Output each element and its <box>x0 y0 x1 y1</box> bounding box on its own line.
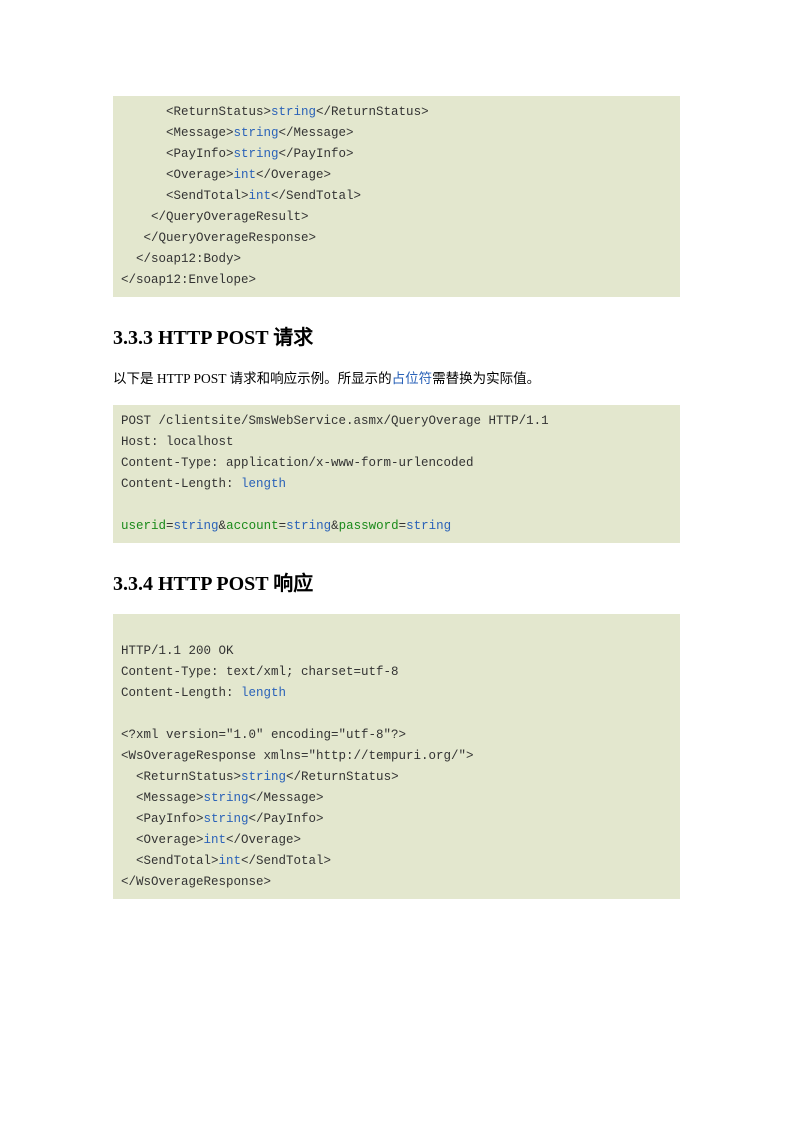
http-post-request-code: POST /clientsite/SmsWebService.asmx/Quer… <box>113 405 680 543</box>
heading-334: 3.3.4 HTTP POST 响应 <box>113 567 680 596</box>
http-post-response-code: HTTP/1.1 200 OK Content-Type: text/xml; … <box>113 614 680 899</box>
desc-333-pre: 以下是 HTTP POST 请求和响应示例。所显示的 <box>113 371 392 386</box>
desc-333: 以下是 HTTP POST 请求和响应示例。所显示的占位符需替换为实际值。 <box>113 368 680 391</box>
placeholder-link[interactable]: 占位符 <box>392 371 433 386</box>
soap-response-code: <ReturnStatus>string</ReturnStatus> <Mes… <box>113 96 680 297</box>
heading-333: 3.3.3 HTTP POST 请求 <box>113 321 680 350</box>
page: <ReturnStatus>string</ReturnStatus> <Mes… <box>0 0 793 983</box>
desc-333-post: 需替换为实际值。 <box>432 371 540 386</box>
